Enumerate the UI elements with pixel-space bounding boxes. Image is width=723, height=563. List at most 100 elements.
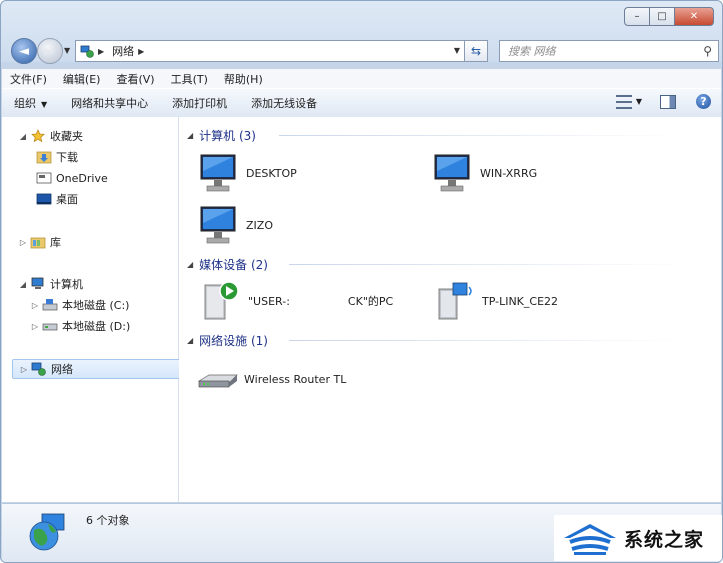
content-pane: ◢ 计算机 (3) DESKTOP WIN-XRRG ZIZO ◢ 媒体设备 (… (179, 117, 721, 502)
help-icon[interactable]: ? (696, 94, 711, 109)
object-count: 6 个对象 (86, 514, 130, 527)
add-wireless-button[interactable]: 添加无线设备 (239, 95, 329, 111)
view-dropdown-icon[interactable]: ▼ (636, 97, 642, 106)
group-header-media[interactable]: ◢ 媒体设备 (2) (187, 256, 268, 273)
group-computers-label: 计算机 (3) (199, 129, 256, 143)
menu-bar: 文件(F) 编辑(E) 查看(V) 工具(T) 帮助(H) (2, 68, 721, 88)
device-label: Wireless Router TL (244, 372, 347, 386)
expand-arrow-icon[interactable]: ▷ (30, 301, 40, 310)
arrow-left-icon: ◄ (19, 43, 29, 59)
nav-desktop[interactable]: 桌面 (34, 190, 78, 208)
group-header-computers[interactable]: ◢ 计算机 (3) (187, 127, 256, 144)
minimize-button[interactable]: – (624, 7, 649, 26)
preview-pane-icon[interactable] (660, 94, 676, 109)
nav-downloads[interactable]: 下载 (34, 148, 78, 166)
computer-monitor-icon (200, 206, 236, 244)
nav-computer-label: 计算机 (50, 278, 83, 291)
navigation-pane: ◢ 收藏夹 下载 OneDrive 桌面 ▷ 库 ◢ 计算机 ▷ 本地磁盘 (C… (2, 117, 186, 502)
forward-button[interactable]: ► (37, 38, 63, 64)
group-header-network-infrastructure[interactable]: ◢ 网络设施 (1) (187, 332, 268, 349)
onedrive-icon (36, 171, 52, 185)
device-label: WIN-XRRG (480, 166, 538, 180)
back-button[interactable]: ◄ (11, 38, 37, 64)
arrow-right-icon: ► (45, 43, 55, 59)
network-globe-icon (29, 513, 65, 551)
nav-libraries[interactable]: ▷ 库 (18, 233, 61, 251)
organize-button[interactable]: 组织 ▼ (2, 95, 59, 111)
nav-onedrive-label: OneDrive (56, 171, 108, 185)
device-label: DESKTOP (246, 166, 297, 180)
device-item[interactable]: WIN-XRRG (431, 151, 537, 195)
nav-disk-c-label: 本地磁盘 (C:) (62, 299, 130, 312)
expand-arrow-icon[interactable]: ◢ (18, 132, 28, 141)
close-button[interactable]: ✕ (674, 7, 714, 26)
refresh-button[interactable]: ⇆ (464, 40, 488, 62)
breadcrumb-separator-icon[interactable]: ▶ (138, 47, 144, 56)
nav-network-label: 网络 (51, 363, 73, 376)
address-bar[interactable]: ▶ 网络 ▶ ▼ (75, 40, 465, 62)
device-item[interactable]: TP-LINK_CE22 (433, 279, 558, 323)
network-icon (31, 362, 47, 376)
menu-help[interactable]: 帮助(H) (216, 71, 271, 87)
chevron-down-icon: ▼ (41, 100, 48, 109)
breadcrumb-network[interactable]: 网络 (112, 43, 134, 59)
device-label: "USER-: (248, 294, 290, 308)
refresh-icon: ⇆ (470, 44, 482, 58)
command-bar-right: ▼ ? (615, 94, 711, 109)
desktop-icon (36, 192, 52, 206)
group-divider (289, 264, 689, 265)
search-box[interactable]: ⚲ (499, 40, 719, 62)
nav-computer[interactable]: ◢ 计算机 (18, 275, 83, 293)
device-label: ZIZO (246, 218, 273, 232)
nav-disk-d[interactable]: ▷ 本地磁盘 (D:) (30, 317, 130, 335)
collapse-arrow-icon[interactable]: ◢ (187, 131, 193, 140)
network-icon (80, 45, 94, 58)
computer-monitor-icon (434, 154, 470, 192)
expand-arrow-icon[interactable]: ▷ (19, 365, 29, 374)
group-media-label: 媒体设备 (2) (199, 258, 268, 272)
nav-disk-c[interactable]: ▷ 本地磁盘 (C:) (30, 296, 129, 314)
group-network-infra-label: 网络设施 (1) (199, 334, 268, 348)
search-input[interactable] (506, 43, 704, 59)
menu-file[interactable]: 文件(F) (2, 71, 55, 87)
device-item[interactable]: DESKTOP (197, 151, 297, 195)
breadcrumb-separator-icon[interactable]: ▶ (98, 47, 104, 56)
menu-view[interactable]: 查看(V) (108, 71, 162, 87)
menu-edit[interactable]: 编辑(E) (55, 71, 109, 87)
search-icon[interactable]: ⚲ (703, 44, 712, 58)
view-options-icon[interactable] (615, 94, 632, 109)
maximize-button[interactable]: □ (649, 7, 674, 26)
nav-network[interactable]: ▷ 网络 (12, 359, 186, 379)
device-item[interactable]: ZIZO (197, 203, 273, 247)
address-row: ◄ ► ▼ ▶ 网络 ▶ ▼ ⇆ ⚲ (11, 37, 719, 64)
add-printer-button[interactable]: 添加打印机 (160, 95, 239, 111)
expand-arrow-icon[interactable]: ▷ (18, 238, 28, 247)
media-server-icon (204, 281, 239, 320)
nav-libraries-label: 库 (50, 236, 61, 249)
house-logo-icon (564, 524, 616, 555)
expand-arrow-icon[interactable]: ▷ (30, 322, 40, 331)
network-center-button[interactable]: 网络和共享中心 (59, 95, 160, 111)
nav-downloads-label: 下载 (56, 151, 78, 164)
command-bar: 组织 ▼ 网络和共享中心 添加打印机 添加无线设备 ▼ ? (2, 88, 721, 118)
star-icon (30, 129, 46, 143)
explorer-window: – □ ✕ ◄ ► ▼ ▶ 网络 ▶ ▼ ⇆ ⚲ 文件(F) 编辑(E) 查看(… (0, 0, 723, 563)
watermark: 系统之家 (554, 515, 722, 561)
address-dropdown[interactable]: ▼ (454, 46, 460, 55)
expand-arrow-icon[interactable]: ◢ (18, 280, 28, 289)
device-item[interactable]: "USER-: CK"的PC (199, 279, 393, 323)
recent-pages-dropdown[interactable]: ▼ (64, 46, 70, 55)
downloads-folder-icon (36, 150, 52, 164)
organize-label: 组织 (14, 97, 36, 110)
router-icon (197, 374, 238, 388)
collapse-arrow-icon[interactable]: ◢ (187, 260, 193, 269)
library-icon (30, 235, 46, 249)
computer-icon (30, 277, 46, 291)
nav-favorites[interactable]: ◢ 收藏夹 (18, 127, 83, 145)
nav-onedrive[interactable]: OneDrive (34, 169, 108, 187)
collapse-arrow-icon[interactable]: ◢ (187, 336, 193, 345)
system-drive-icon (42, 298, 58, 312)
watermark-text: 系统之家 (624, 528, 705, 551)
device-item[interactable]: Wireless Router TL (195, 357, 346, 401)
menu-tools[interactable]: 工具(T) (163, 71, 216, 87)
